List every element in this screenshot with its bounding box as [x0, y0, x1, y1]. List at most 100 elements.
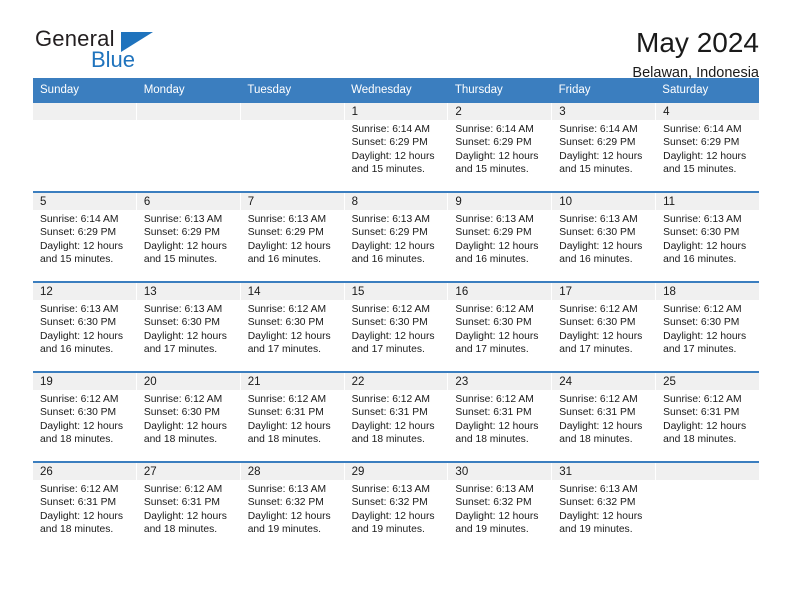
day-sun-info: Sunrise: 6:12 AM Sunset: 6:30 PM Dayligh… [663, 303, 747, 356]
weekday-header-row: Sunday Monday Tuesday Wednesday Thursday Frid… [33, 78, 759, 103]
weekday-header-friday: Friday [558, 84, 591, 96]
day-number: 27 [136, 462, 240, 480]
day-sun-info: Sunrise: 6:13 AM Sunset: 6:29 PM Dayligh… [455, 213, 539, 266]
weekday-header-saturday: Saturday [662, 84, 709, 96]
calendar-page: General Blue May 2024 Belawan, Indonesia… [0, 0, 792, 612]
day-sun-info: Sunrise: 6:12 AM Sunset: 6:30 PM Dayligh… [247, 303, 331, 356]
day-cell[interactable]: 21 Sunrise: 6:12 AM Sunset: 6:31 PM Dayli… [240, 372, 344, 461]
day-number: 22 [344, 372, 448, 390]
day-cell[interactable]: 15 Sunrise: 6:12 AM Sunset: 6:30 PM Dayli… [344, 282, 448, 371]
day-sun-info: Sunrise: 6:13 AM Sunset: 6:30 PM Dayligh… [143, 303, 227, 356]
day-cell-empty [240, 102, 344, 191]
day-cell[interactable]: 16 Sunrise: 6:12 AM Sunset: 6:30 PM Dayli… [448, 282, 552, 371]
day-cell[interactable]: 31 Sunrise: 6:13 AM Sunset: 6:32 PM Dayli… [552, 462, 656, 551]
day-sun-info: Sunrise: 6:13 AM Sunset: 6:29 PM Dayligh… [143, 213, 227, 266]
day-number: 20 [136, 372, 240, 390]
weekday-header-sunday: Sunday [40, 84, 80, 96]
day-cell[interactable]: 9 Sunrise: 6:13 AM Sunset: 6:29 PM Daylig… [448, 192, 552, 281]
day-sun-info: Sunrise: 6:12 AM Sunset: 6:31 PM Dayligh… [663, 393, 747, 446]
calendar-week-row: 12 Sunrise: 6:13 AM Sunset: 6:30 PM Dayli… [33, 280, 759, 371]
calendar-grid: Sunday Monday Tuesday Wednesday Thursday Frid… [33, 78, 759, 551]
page-header: General Blue May 2024 Belawan, Indonesia [33, 0, 759, 81]
day-number [656, 462, 759, 480]
day-cell[interactable]: 27 Sunrise: 6:12 AM Sunset: 6:31 PM Dayli… [136, 462, 240, 551]
logo-text-blue: Blue [91, 47, 136, 72]
day-cell[interactable]: 13 Sunrise: 6:13 AM Sunset: 6:30 PM Dayli… [136, 282, 240, 371]
weekday-header-wednesday: Wednesday [351, 84, 412, 96]
day-number: 16 [448, 282, 552, 300]
day-cell[interactable]: 1 Sunrise: 6:14 AM Sunset: 6:29 PM Daylig… [344, 102, 448, 191]
day-cell[interactable]: 11 Sunrise: 6:13 AM Sunset: 6:30 PM Dayli… [656, 192, 759, 281]
title-block: May 2024 Belawan, Indonesia [632, 26, 759, 82]
day-number: 28 [240, 462, 344, 480]
day-sun-info: Sunrise: 6:12 AM Sunset: 6:30 PM Dayligh… [351, 303, 435, 356]
day-cell[interactable]: 30 Sunrise: 6:13 AM Sunset: 6:32 PM Dayli… [448, 462, 552, 551]
day-cell[interactable]: 22 Sunrise: 6:12 AM Sunset: 6:31 PM Dayli… [344, 372, 448, 461]
day-cell[interactable]: 14 Sunrise: 6:12 AM Sunset: 6:30 PM Dayli… [240, 282, 344, 371]
day-sun-info: Sunrise: 6:14 AM Sunset: 6:29 PM Dayligh… [559, 123, 643, 176]
day-number [33, 102, 136, 120]
day-number: 9 [448, 192, 552, 210]
day-number: 17 [552, 282, 656, 300]
day-sun-info: Sunrise: 6:12 AM Sunset: 6:30 PM Dayligh… [559, 303, 643, 356]
day-number: 3 [552, 102, 656, 120]
day-cell[interactable]: 20 Sunrise: 6:12 AM Sunset: 6:30 PM Dayli… [136, 372, 240, 461]
day-number: 10 [552, 192, 656, 210]
day-sun-info: Sunrise: 6:14 AM Sunset: 6:29 PM Dayligh… [351, 123, 435, 176]
day-cell[interactable]: 19 Sunrise: 6:12 AM Sunset: 6:30 PM Dayli… [33, 372, 136, 461]
day-cell[interactable]: 26 Sunrise: 6:12 AM Sunset: 6:31 PM Dayli… [33, 462, 136, 551]
day-number: 6 [136, 192, 240, 210]
day-sun-info: Sunrise: 6:13 AM Sunset: 6:29 PM Dayligh… [247, 213, 331, 266]
day-sun-info: Sunrise: 6:12 AM Sunset: 6:31 PM Dayligh… [455, 393, 539, 446]
day-cell[interactable]: 12 Sunrise: 6:13 AM Sunset: 6:30 PM Dayli… [33, 282, 136, 371]
day-number [240, 102, 344, 120]
day-cell[interactable]: 6 Sunrise: 6:13 AM Sunset: 6:29 PM Daylig… [136, 192, 240, 281]
weekday-header-tuesday: Tuesday [247, 84, 292, 96]
day-number: 21 [240, 372, 344, 390]
day-sun-info: Sunrise: 6:12 AM Sunset: 6:31 PM Dayligh… [559, 393, 643, 446]
day-number: 24 [552, 372, 656, 390]
day-number: 18 [656, 282, 759, 300]
day-sun-info: Sunrise: 6:13 AM Sunset: 6:32 PM Dayligh… [351, 483, 435, 536]
day-cell[interactable]: 4 Sunrise: 6:14 AM Sunset: 6:29 PM Daylig… [656, 102, 759, 191]
day-sun-info: Sunrise: 6:12 AM Sunset: 6:30 PM Dayligh… [143, 393, 227, 446]
day-sun-info: Sunrise: 6:12 AM Sunset: 6:31 PM Dayligh… [143, 483, 227, 536]
day-sun-info: Sunrise: 6:14 AM Sunset: 6:29 PM Dayligh… [663, 123, 747, 176]
day-cell[interactable]: 25 Sunrise: 6:12 AM Sunset: 6:31 PM Dayli… [656, 372, 759, 461]
day-number: 13 [136, 282, 240, 300]
day-cell-empty [33, 102, 136, 191]
day-cell[interactable]: 29 Sunrise: 6:13 AM Sunset: 6:32 PM Dayli… [344, 462, 448, 551]
day-sun-info: Sunrise: 6:12 AM Sunset: 6:31 PM Dayligh… [351, 393, 435, 446]
calendar-week-row: 26 Sunrise: 6:12 AM Sunset: 6:31 PM Dayli… [33, 460, 759, 551]
general-blue-logo[interactable]: General Blue [33, 26, 213, 80]
day-cell[interactable]: 8 Sunrise: 6:13 AM Sunset: 6:29 PM Daylig… [344, 192, 448, 281]
calendar-weeks: 1 Sunrise: 6:14 AM Sunset: 6:29 PM Daylig… [33, 102, 759, 551]
day-cell[interactable]: 18 Sunrise: 6:12 AM Sunset: 6:30 PM Dayli… [656, 282, 759, 371]
day-cell[interactable]: 5 Sunrise: 6:14 AM Sunset: 6:29 PM Daylig… [33, 192, 136, 281]
day-cell[interactable]: 23 Sunrise: 6:12 AM Sunset: 6:31 PM Dayli… [448, 372, 552, 461]
weekday-header-thursday: Thursday [454, 84, 503, 96]
day-cell[interactable]: 17 Sunrise: 6:12 AM Sunset: 6:30 PM Dayli… [552, 282, 656, 371]
day-number: 30 [448, 462, 552, 480]
day-number: 25 [656, 372, 759, 390]
day-number: 5 [33, 192, 136, 210]
day-sun-info: Sunrise: 6:12 AM Sunset: 6:31 PM Dayligh… [247, 393, 331, 446]
day-sun-info: Sunrise: 6:12 AM Sunset: 6:30 PM Dayligh… [455, 303, 539, 356]
day-number: 4 [656, 102, 759, 120]
day-cell[interactable]: 10 Sunrise: 6:13 AM Sunset: 6:30 PM Dayli… [552, 192, 656, 281]
weekday-header-monday: Monday [143, 84, 185, 96]
day-cell[interactable]: 28 Sunrise: 6:13 AM Sunset: 6:32 PM Dayli… [240, 462, 344, 551]
day-number: 19 [33, 372, 136, 390]
page-title: May 2024 [636, 27, 759, 58]
day-number: 31 [552, 462, 656, 480]
day-cell[interactable]: 7 Sunrise: 6:13 AM Sunset: 6:29 PM Daylig… [240, 192, 344, 281]
day-cell[interactable]: 3 Sunrise: 6:14 AM Sunset: 6:29 PM Daylig… [552, 102, 656, 191]
day-sun-info: Sunrise: 6:13 AM Sunset: 6:30 PM Dayligh… [559, 213, 643, 266]
day-sun-info: Sunrise: 6:13 AM Sunset: 6:32 PM Dayligh… [247, 483, 331, 536]
day-cell-empty [136, 102, 240, 191]
day-cell[interactable]: 2 Sunrise: 6:14 AM Sunset: 6:29 PM Daylig… [448, 102, 552, 191]
day-number: 23 [448, 372, 552, 390]
day-cell[interactable]: 24 Sunrise: 6:12 AM Sunset: 6:31 PM Dayli… [552, 372, 656, 461]
day-sun-info: Sunrise: 6:13 AM Sunset: 6:30 PM Dayligh… [40, 303, 123, 356]
day-number: 7 [240, 192, 344, 210]
